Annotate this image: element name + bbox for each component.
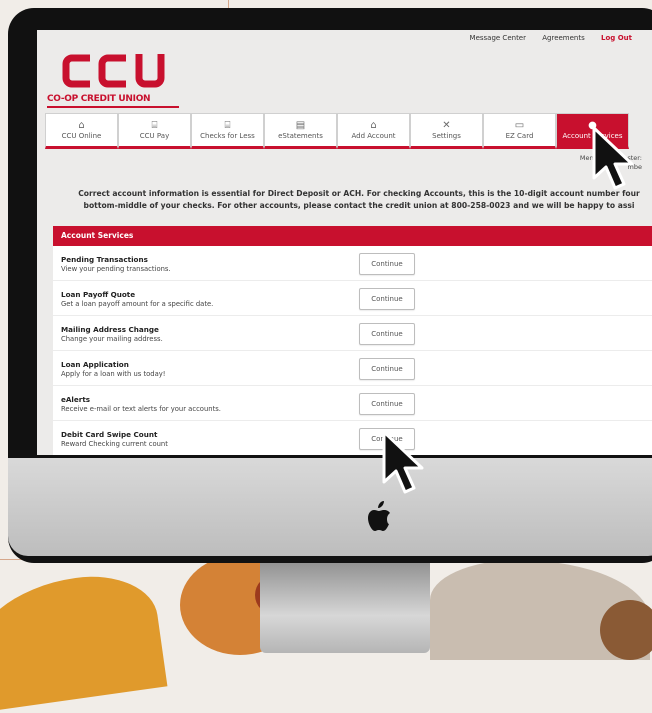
monitor-stand [260, 560, 430, 653]
service-description: Apply for a loan with us today! [61, 370, 166, 378]
tab-label: Settings [432, 132, 461, 140]
agreements-link[interactable]: Agreements [542, 34, 585, 42]
autumn-leaf-decor [0, 567, 168, 713]
service-row-ealerts: eAlerts Receive e-mail or text alerts fo… [53, 386, 652, 421]
card-icon: ▭ [514, 120, 525, 131]
bank-icon: ⌸ [151, 120, 158, 131]
continue-button[interactable]: Continue [359, 253, 415, 275]
tab-label: CCU Pay [139, 132, 170, 140]
bank-icon: ⌂ [370, 120, 377, 131]
service-title: Loan Application [61, 360, 129, 369]
tab-label: Checks for Less [200, 132, 255, 140]
service-row-loan-application: Loan Application Apply for a loan with u… [53, 351, 652, 386]
tools-icon: ✕ [442, 120, 451, 131]
top-navigation: Message Center Agreements Log Out [456, 34, 632, 42]
logo-underline [47, 106, 179, 108]
tab-label: CCU Online [61, 132, 102, 140]
tab-add-account[interactable]: ⌂ Add Account [337, 113, 410, 149]
acorn-decor [600, 600, 652, 660]
service-title: Mailing Address Change [61, 325, 159, 334]
bank-icon: ⌸ [224, 120, 231, 131]
monitor-chin [8, 458, 652, 556]
tab-label: EZ Card [505, 132, 534, 140]
tab-label: eStatements [278, 132, 323, 140]
service-title: Loan Payoff Quote [61, 290, 136, 299]
message-center-link[interactable]: Message Center [470, 34, 526, 42]
continue-button[interactable]: Continue [359, 323, 415, 345]
continue-button[interactable]: Continue [359, 288, 415, 310]
service-description: Receive e-mail or text alerts for your a… [61, 405, 221, 413]
browser-screen: Message Center Agreements Log Out CO-OP … [37, 30, 652, 455]
account-info-notice: Correct account information is essential… [59, 188, 652, 212]
apple-logo-icon [368, 501, 390, 531]
services-list: Pending Transactions View your pending t… [53, 246, 652, 455]
tab-estatements[interactable]: ▤ eStatements [264, 113, 337, 149]
service-row-debit-swipe-count: Debit Card Swipe Count Reward Checking c… [53, 421, 652, 455]
service-row-loan-payoff: Loan Payoff Quote Get a loan payoff amou… [53, 281, 652, 316]
service-title: eAlerts [61, 395, 91, 404]
tab-checks-for-less[interactable]: ⌸ Checks for Less [191, 113, 264, 149]
service-title: Pending Transactions [61, 255, 148, 264]
logo-name: CO-OP CREDIT UNION [47, 94, 151, 104]
notice-line: bottom-middle of your checks. For other … [83, 201, 635, 210]
service-description: View your pending transactions. [61, 265, 171, 273]
tab-label: Add Account [351, 132, 396, 140]
notice-line: Correct account information is essential… [78, 189, 640, 198]
main-tabs: ⌂ CCU Online ⌸ CCU Pay ⌸ Checks for Less… [45, 113, 652, 151]
continue-button[interactable]: Continue [359, 393, 415, 415]
section-header: Account Services [53, 226, 652, 246]
document-icon: ▤ [295, 120, 306, 131]
home-icon: ⌂ [78, 120, 85, 131]
ccu-logo[interactable]: CO-OP CREDIT UNION [47, 50, 179, 112]
service-description: Get a loan payoff amount for a specific … [61, 300, 214, 308]
service-title: Debit Card Swipe Count [61, 430, 158, 439]
service-row-mailing-address: Mailing Address Change Change your maili… [53, 316, 652, 351]
service-description: Change your mailing address. [61, 335, 163, 343]
tab-settings[interactable]: ✕ Settings [410, 113, 483, 149]
service-row-pending-transactions: Pending Transactions View your pending t… [53, 246, 652, 281]
service-description: Reward Checking current count [61, 440, 168, 448]
tab-ez-card[interactable]: ▭ EZ Card [483, 113, 556, 149]
mouse-pointer-icon [592, 126, 634, 190]
ccu-logo-mark [62, 54, 165, 88]
mouse-pointer-icon [382, 430, 424, 494]
tab-ccu-online[interactable]: ⌂ CCU Online [45, 113, 118, 149]
logout-link[interactable]: Log Out [601, 34, 632, 42]
tab-ccu-pay[interactable]: ⌸ CCU Pay [118, 113, 191, 149]
continue-button[interactable]: Continue [359, 358, 415, 380]
